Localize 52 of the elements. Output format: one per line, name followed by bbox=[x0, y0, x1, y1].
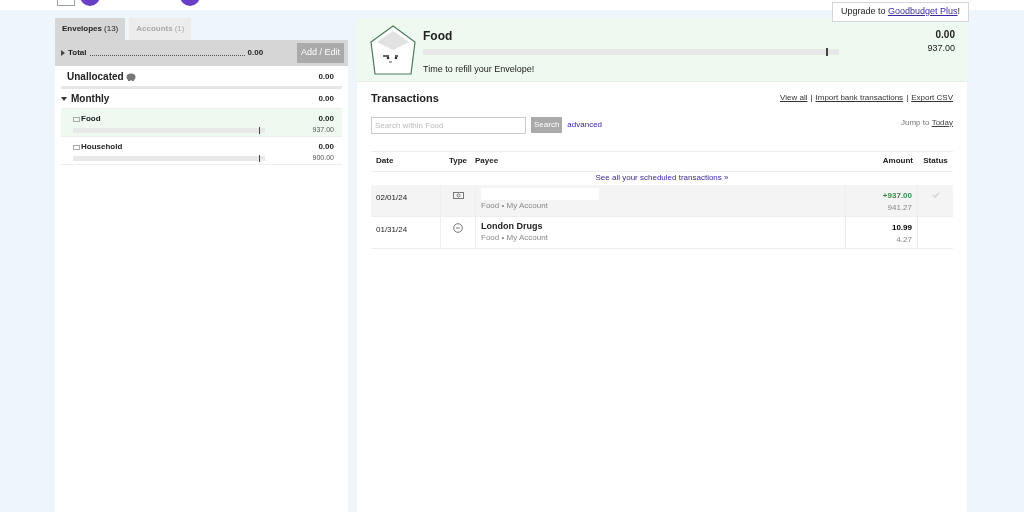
cash-icon bbox=[452, 190, 464, 199]
date-cell: 02/01/24 bbox=[371, 184, 441, 216]
envelope-budget: 937.00 bbox=[927, 42, 955, 55]
column-header: Amount bbox=[881, 155, 914, 167]
total-label: Total bbox=[68, 47, 87, 59]
date-cell: 01/31/24 bbox=[371, 216, 441, 248]
today-link[interactable]: Today bbox=[931, 116, 953, 129]
column-header: Status bbox=[922, 155, 949, 167]
envelope-face-icon bbox=[369, 24, 417, 76]
expand-icon[interactable] bbox=[61, 50, 65, 56]
search-field[interactable]: Search within Food bbox=[371, 116, 526, 134]
transactions-link[interactable]: Import bank transactions bbox=[815, 92, 904, 105]
unallocated-amount: 0.00 bbox=[318, 70, 334, 83]
column-header: Date bbox=[375, 155, 395, 167]
jump-label: Jump to bbox=[900, 116, 931, 129]
minus-circle-icon bbox=[453, 222, 463, 233]
expand-icon[interactable] bbox=[61, 96, 67, 101]
envelope-icon bbox=[73, 116, 80, 122]
transaction-amount: +937.00 bbox=[882, 189, 912, 202]
envelope-title: Food bbox=[423, 28, 454, 45]
transaction-row[interactable]: 01/31/24 London Drugs Food • My Account 10.99 4.27 bbox=[371, 216, 953, 249]
advanced-link[interactable]: advanced bbox=[567, 119, 603, 131]
group-amount: 0.00 bbox=[318, 92, 334, 105]
running-balance: 4.27 bbox=[896, 233, 912, 246]
envelope-amount: 0.00 bbox=[318, 141, 334, 153]
column-header: Type bbox=[447, 155, 469, 167]
transaction-details: Food • My Account bbox=[481, 231, 549, 244]
envelope-amount: 0.00 bbox=[935, 28, 955, 42]
transactions-link[interactable]: View all bbox=[780, 92, 808, 105]
envelope-amount: 0.00 bbox=[318, 113, 334, 125]
transaction-details: Food • My Account bbox=[481, 199, 549, 212]
unallocated-label: Unallocated bbox=[67, 70, 124, 84]
separator: | bbox=[906, 92, 909, 105]
transaction-row[interactable]: 02/01/24 Food • My Account +937.00 941.27 bbox=[371, 184, 953, 217]
transactions-link[interactable]: Export CSV bbox=[911, 92, 953, 105]
upgrade-banner: Upgrade to Goodbudget Plus! bbox=[831, 2, 969, 22]
payee-name: London Drugs bbox=[481, 219, 544, 232]
transaction-amount: 10.99 bbox=[891, 221, 912, 234]
scheduled-transactions-link[interactable]: See all your scheduled transactions » bbox=[595, 172, 729, 184]
group-name[interactable]: Monthly bbox=[71, 91, 110, 106]
transactions-title: Transactions bbox=[371, 91, 439, 106]
envelope-name: Household bbox=[81, 141, 123, 153]
refill-message: Time to refill your Envelope! bbox=[423, 63, 536, 76]
separator: | bbox=[810, 92, 813, 105]
envelope-name: Food bbox=[81, 113, 101, 125]
total-amount: 0.00 bbox=[247, 47, 264, 59]
piggy-bank-icon bbox=[125, 72, 137, 81]
column-header: Payee bbox=[475, 155, 500, 167]
running-balance: 941.27 bbox=[887, 201, 912, 214]
envelope-icon bbox=[73, 144, 80, 150]
check-icon bbox=[931, 191, 940, 198]
tab[interactable]: Envelopes (13) bbox=[55, 18, 126, 40]
